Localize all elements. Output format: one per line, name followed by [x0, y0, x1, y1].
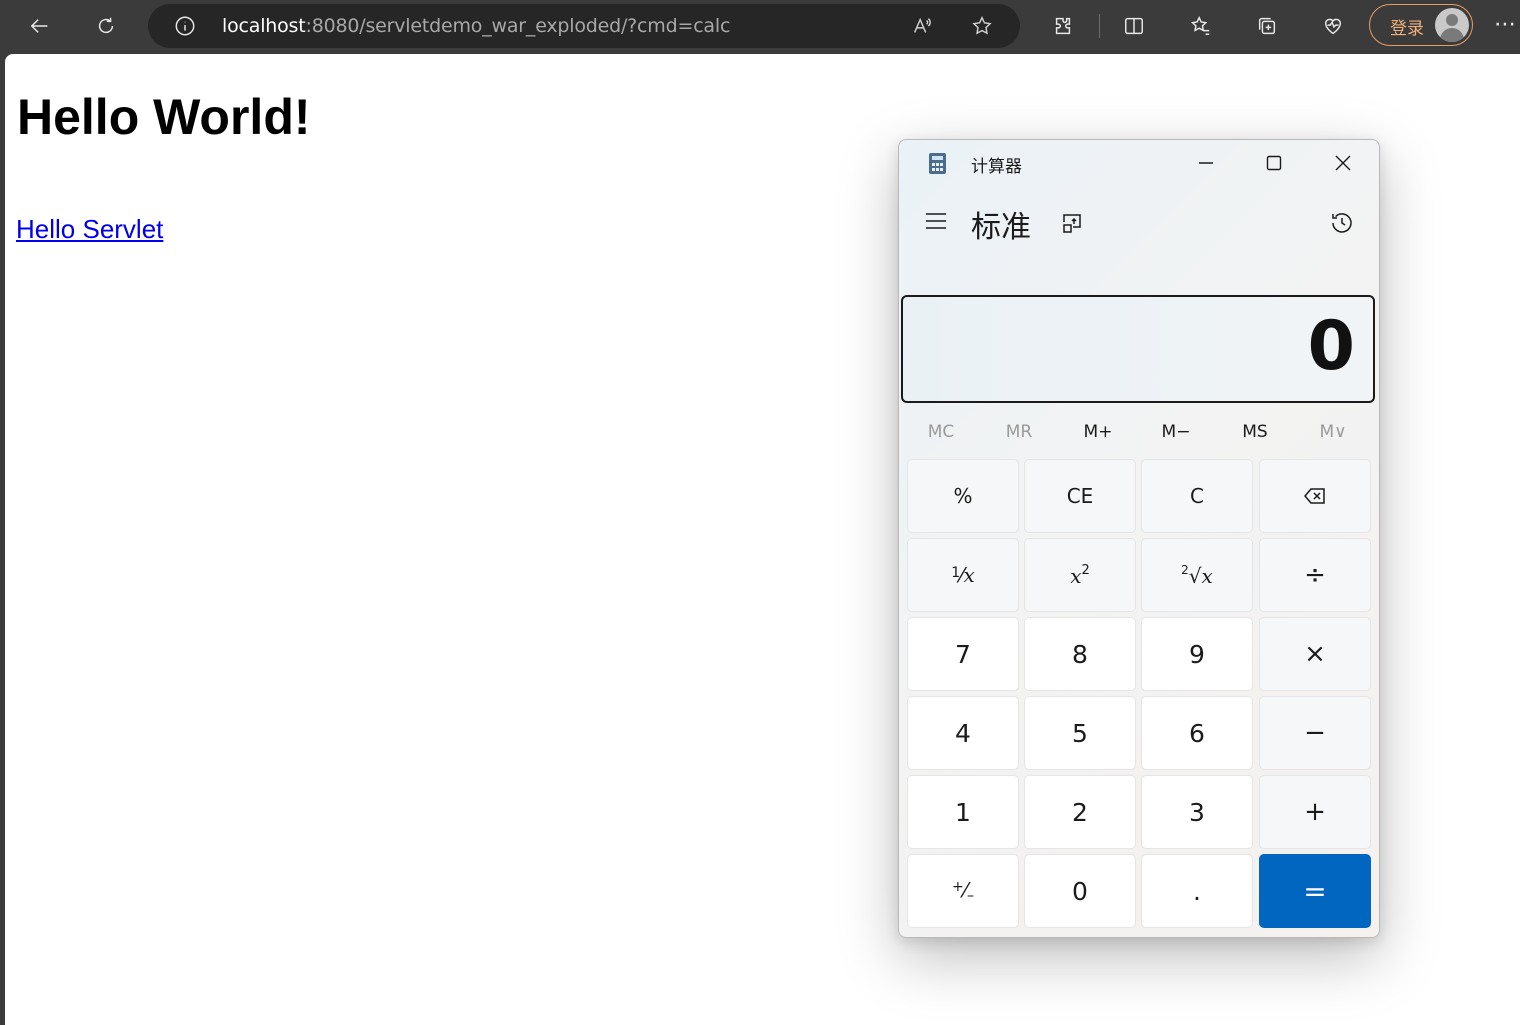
- hamburger-icon: [926, 213, 946, 229]
- collections-button[interactable]: [1248, 8, 1286, 44]
- address-bar[interactable]: localhost:8080/servletdemo_war_exploded/…: [148, 4, 1020, 48]
- backspace-key[interactable]: [1259, 459, 1371, 533]
- split-screen-button[interactable]: [1115, 8, 1153, 44]
- collections-icon: [1258, 17, 1276, 35]
- refresh-icon: [98, 17, 114, 34]
- favorites-button[interactable]: [1182, 8, 1220, 44]
- calculator-window: 计算器 标准 0 MC MR M+ M− MS M∨ % CE C 1⁄x x2…: [898, 139, 1380, 938]
- digit-6-key[interactable]: 6: [1141, 696, 1253, 770]
- clear-entry-key[interactable]: CE: [1024, 459, 1136, 533]
- refresh-button[interactable]: [87, 8, 125, 44]
- window-title: 计算器: [971, 157, 1022, 177]
- url-text[interactable]: localhost:8080/servletdemo_war_exploded/…: [222, 15, 730, 37]
- digit-7-key[interactable]: 7: [907, 617, 1019, 691]
- memory-add-button[interactable]: M+: [1061, 412, 1135, 452]
- clear-key[interactable]: C: [1141, 459, 1253, 533]
- url-host: localhost: [222, 15, 306, 37]
- maximize-icon: [1266, 155, 1282, 171]
- login-label: 登录: [1390, 19, 1424, 39]
- percent-key[interactable]: %: [907, 459, 1019, 533]
- extensions-button[interactable]: [1044, 8, 1082, 44]
- reciprocal-key[interactable]: 1⁄x: [907, 538, 1019, 612]
- read-aloud-icon[interactable]: [908, 12, 936, 40]
- heart-pulse-icon: [1324, 18, 1342, 35]
- memory-subtract-button[interactable]: M−: [1139, 412, 1213, 452]
- memory-clear-button[interactable]: MC: [904, 412, 978, 452]
- digit-1-key[interactable]: 1: [907, 775, 1019, 849]
- calculator-titlebar[interactable]: 计算器: [899, 140, 1379, 186]
- maximize-button[interactable]: [1251, 145, 1297, 181]
- split-screen-icon: [1125, 17, 1143, 35]
- equals-key[interactable]: =: [1259, 854, 1371, 928]
- multiply-key[interactable]: ×: [1259, 617, 1371, 691]
- url-path: :8080/servletdemo_war_exploded/?cmd=calc: [305, 15, 731, 37]
- avatar: [1435, 8, 1469, 42]
- keypad: % CE C 1⁄x x2 2√x ÷ 7 8 9 × 4 5 6 − 1 2 …: [907, 459, 1375, 931]
- reciprocal-label: 1⁄x: [951, 563, 975, 587]
- backspace-icon: [1304, 488, 1325, 504]
- browser-essentials-button[interactable]: [1314, 8, 1352, 44]
- minimize-icon: [1199, 162, 1213, 164]
- close-icon: [1335, 155, 1351, 171]
- memory-store-button[interactable]: MS: [1218, 412, 1292, 452]
- minus-key[interactable]: −: [1259, 696, 1371, 770]
- puzzle-icon: [1055, 17, 1071, 35]
- hello-servlet-link[interactable]: Hello Servlet: [16, 214, 163, 245]
- mode-title: 标准: [971, 210, 1031, 245]
- more-options-button[interactable]: ⋯: [1490, 10, 1520, 40]
- profile-login-button[interactable]: 登录: [1369, 4, 1473, 46]
- favorite-star-icon[interactable]: [968, 12, 996, 40]
- negate-key[interactable]: +⁄–: [907, 854, 1019, 928]
- keep-on-top-icon: [1063, 214, 1081, 233]
- digit-2-key[interactable]: 2: [1024, 775, 1136, 849]
- memory-row: MC MR M+ M− MS M∨: [904, 412, 1374, 452]
- result-display: 0: [901, 295, 1375, 403]
- digit-4-key[interactable]: 4: [907, 696, 1019, 770]
- memory-recall-button[interactable]: MR: [982, 412, 1056, 452]
- calculator-header: 标准: [899, 186, 1379, 256]
- digit-0-key[interactable]: 0: [1024, 854, 1136, 928]
- minimize-button[interactable]: [1183, 145, 1229, 181]
- memory-list-button[interactable]: M∨: [1296, 412, 1370, 452]
- keep-on-top-button[interactable]: [1055, 206, 1089, 240]
- divide-key[interactable]: ÷: [1259, 538, 1371, 612]
- close-button[interactable]: [1320, 145, 1366, 181]
- history-button[interactable]: [1323, 204, 1361, 242]
- square-label: x2: [1070, 562, 1090, 588]
- display-value: 0: [1307, 307, 1355, 386]
- square-key[interactable]: x2: [1024, 538, 1136, 612]
- navigation-menu-button[interactable]: [919, 204, 953, 238]
- browser-toolbar: localhost:8080/servletdemo_war_exploded/…: [0, 0, 1520, 54]
- square-root-label: 2√x: [1181, 562, 1213, 588]
- digit-5-key[interactable]: 5: [1024, 696, 1136, 770]
- plus-key[interactable]: +: [1259, 775, 1371, 849]
- digit-8-key[interactable]: 8: [1024, 617, 1136, 691]
- toolbar-divider: [1099, 14, 1100, 38]
- back-button[interactable]: [21, 8, 59, 44]
- page-heading: Hello World!: [17, 89, 311, 145]
- digit-3-key[interactable]: 3: [1141, 775, 1253, 849]
- digit-9-key[interactable]: 9: [1141, 617, 1253, 691]
- square-root-key[interactable]: 2√x: [1141, 538, 1253, 612]
- calculator-app-icon: [929, 153, 946, 174]
- site-info-icon[interactable]: [174, 15, 196, 37]
- favorites-list-icon: [1190, 16, 1210, 35]
- history-icon: [1332, 213, 1352, 233]
- back-arrow-icon: [30, 19, 48, 33]
- negate-label: +⁄–: [951, 878, 975, 904]
- decimal-key[interactable]: .: [1141, 854, 1253, 928]
